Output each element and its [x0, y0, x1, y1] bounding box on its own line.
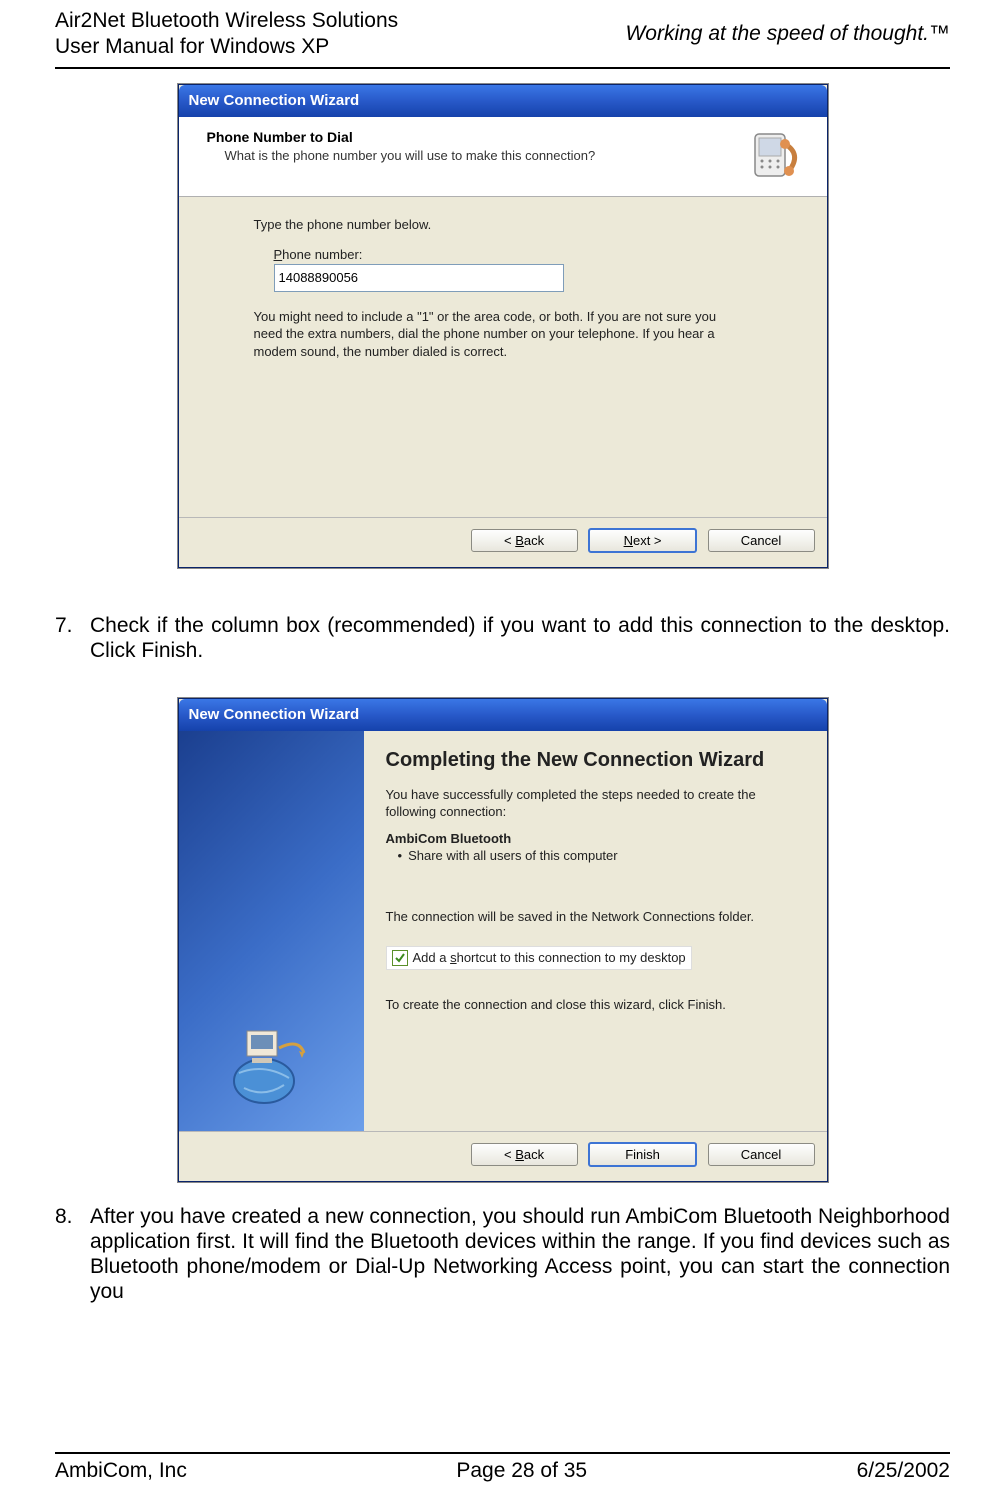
step-7: 7. Check if the column box (recommended)…	[55, 613, 950, 663]
page-header: Air2Net Bluetooth Wireless Solutions Use…	[55, 0, 950, 69]
share-bullet: • Share with all users of this computer	[398, 848, 805, 863]
complete-para1: You have successfully completed the step…	[386, 786, 805, 821]
footer-date: 6/25/2002	[857, 1459, 950, 1483]
wizard-header: Phone Number to Dial What is the phone n…	[179, 117, 827, 197]
button-row: < Back Next > Cancel	[179, 517, 827, 567]
new-connection-wizard-dialog-complete: New Connection Wizard	[178, 698, 828, 1182]
button-row: < Back Finish Cancel	[179, 1131, 827, 1181]
phone-number-input[interactable]	[274, 264, 564, 292]
next-button[interactable]: Next >	[588, 528, 697, 553]
pda-phone-icon	[747, 129, 807, 184]
wizard-sidebar	[179, 731, 364, 1131]
checkmark-icon	[392, 950, 408, 966]
add-shortcut-checkbox[interactable]: Add a shortcut to this connection to my …	[386, 946, 692, 970]
new-connection-wizard-dialog-phone: New Connection Wizard Phone Number to Di…	[178, 84, 828, 568]
page-footer: AmbiCom, Inc Page 28 of 35 6/25/2002	[55, 1452, 950, 1483]
footer-company: AmbiCom, Inc	[55, 1459, 187, 1483]
phone-number-label: Phone number:	[274, 247, 787, 262]
cancel-button[interactable]: Cancel	[708, 529, 815, 552]
back-button[interactable]: < Back	[471, 529, 578, 552]
step-8: 8. After you have created a new connecti…	[55, 1204, 950, 1305]
wizard-heading: Phone Number to Dial	[207, 129, 596, 145]
dialog-titlebar: New Connection Wizard	[179, 699, 827, 731]
step-8-number: 8.	[55, 1204, 90, 1305]
complete-para2: The connection will be saved in the Netw…	[386, 908, 805, 926]
wizard-subheading: What is the phone number you will use to…	[225, 148, 596, 163]
dialog-titlebar: New Connection Wizard	[179, 85, 827, 117]
network-globe-icon	[219, 1023, 319, 1113]
phone-hint: You might need to include a "1" or the a…	[254, 308, 734, 361]
checkbox-label: Add a shortcut to this connection to my …	[413, 950, 686, 965]
type-phone-label: Type the phone number below.	[254, 217, 787, 232]
header-left: Air2Net Bluetooth Wireless Solutions Use…	[55, 8, 398, 61]
step-8-text: After you have created a new connection,…	[90, 1204, 950, 1305]
back-button[interactable]: < Back	[471, 1143, 578, 1166]
header-line2: User Manual for Windows XP	[55, 34, 398, 60]
share-text: Share with all users of this computer	[408, 848, 618, 863]
finish-button[interactable]: Finish	[588, 1142, 697, 1167]
completing-title: Completing the New Connection Wizard	[386, 749, 805, 772]
wizard-complete-content: Completing the New Connection Wizard You…	[364, 731, 827, 1131]
step-7-number: 7.	[55, 613, 90, 663]
wizard-body: Type the phone number below. Phone numbe…	[179, 197, 827, 517]
footer-page: Page 28 of 35	[456, 1459, 587, 1483]
complete-para3: To create the connection and close this …	[386, 996, 805, 1014]
connection-name: AmbiCom Bluetooth	[386, 831, 805, 846]
bullet-dot: •	[398, 848, 403, 863]
step-7-text: Check if the column box (recommended) if…	[90, 613, 950, 663]
header-line1: Air2Net Bluetooth Wireless Solutions	[55, 8, 398, 34]
header-tagline: Working at the speed of thought.™	[625, 22, 950, 46]
cancel-button[interactable]: Cancel	[708, 1143, 815, 1166]
